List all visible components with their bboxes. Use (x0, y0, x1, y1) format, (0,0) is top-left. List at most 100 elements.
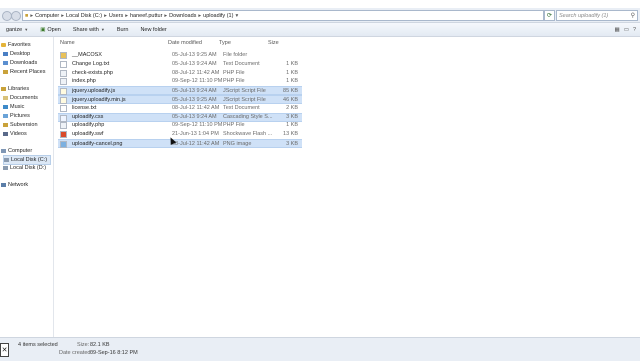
sidebar-item-local-disk-d[interactable]: Local Disk (D:) (3, 164, 46, 172)
sidebar-label: Local Disk (C:) (11, 157, 48, 163)
date-created-value: 09-Sep-16 8:12 PM (90, 350, 138, 356)
sidebar-label: Downloads (10, 60, 38, 66)
file-row[interactable]: uploadify-cancel.png 08-Jul-12 11:42 AM PN… (58, 139, 302, 148)
sidebar-item-desktop[interactable]: Desktop (3, 50, 30, 58)
address-bar[interactable]: ■ ▸ Computer ▸ Local Disk (C:) ▸ Users ▸… (22, 10, 544, 21)
computer-icon (1, 149, 6, 153)
file-type: Cascading Style S... (223, 114, 273, 121)
file-name: check-exists.php (72, 69, 113, 76)
file-row[interactable]: check-exists.php 08-Jul-12 11:42 AM PHP Fi… (58, 69, 302, 77)
file-size: 2 KB (286, 104, 298, 111)
crumb-local-disk[interactable]: Local Disk (C:) (64, 13, 104, 19)
sidebar-label: Computer (8, 148, 33, 154)
organize-button[interactable]: ganize ▼ (0, 27, 34, 33)
file-size: 1 KB (286, 60, 298, 67)
column-header-size[interactable]: Size (268, 40, 279, 46)
libraries-icon (1, 87, 6, 91)
date-created-label: Date created: (59, 350, 93, 356)
share-with-button[interactable]: Share with ▼ (67, 27, 111, 33)
file-row[interactable]: uploadify.css 05-Jul-13 9:24 AM Cascading … (58, 112, 302, 122)
column-header-name[interactable]: Name (60, 40, 75, 46)
file-row[interactable]: uploadify.swf 21-Jun-13 1:04 PM Shockwave … (58, 130, 302, 139)
file-type: PHP File (223, 78, 245, 85)
size-label: Size: (77, 342, 90, 348)
sidebar-label: Network (8, 182, 29, 188)
refresh-button[interactable]: ⟳ (544, 10, 555, 21)
sidebar-item-recent-places[interactable]: Recent Places (3, 68, 45, 76)
forward-button[interactable] (11, 11, 21, 21)
desktop-icon (3, 52, 8, 56)
file-row[interactable]: index.php 09-Sep-12 11:10 PM PHP File 1 KB (58, 77, 302, 86)
file-type: PHP File (223, 69, 245, 76)
sidebar-label: Desktop (10, 51, 31, 57)
file-name: uploadify.css (72, 114, 104, 121)
file-date: 08-Jul-12 11:42 AM (172, 104, 220, 111)
file-name: license.txt (72, 104, 97, 111)
help-icon[interactable]: ? (633, 27, 636, 33)
file-date: 21-Jun-13 1:04 PM (172, 131, 219, 138)
image-file-icon (60, 141, 67, 148)
share-label: Share with (72, 26, 99, 33)
sidebar-libraries[interactable]: Libraries (1, 85, 29, 93)
open-button[interactable]: ▣ Open (34, 27, 67, 33)
file-size: 46 KB (283, 96, 298, 103)
crumb-computer[interactable]: Computer (33, 13, 61, 19)
file-type: File folder (223, 52, 248, 58)
recent-places-icon (3, 70, 8, 74)
music-icon (3, 105, 8, 109)
file-size: 85 KB (283, 87, 298, 94)
sidebar-item-documents[interactable]: Documents (3, 94, 38, 102)
sidebar-label: Recent Places (10, 69, 46, 75)
file-name: uploadify.swf (72, 131, 104, 138)
organize-label: ganize (6, 26, 23, 33)
chevron-down-icon: ▼ (24, 27, 29, 32)
crumb-user[interactable]: haneef.puttur (128, 13, 164, 19)
sidebar-item-videos[interactable]: Videos (3, 130, 27, 138)
file-type: Text Document (223, 104, 260, 111)
downloads-icon (3, 61, 8, 65)
chevron-down-icon: ▼ (100, 27, 105, 32)
sidebar-favorites[interactable]: Favorites (1, 41, 31, 49)
file-name: __MACOSX (72, 52, 102, 58)
file-date: 05-Jul-13 9:25 AM (172, 96, 217, 103)
drive-icon (4, 158, 9, 162)
sidebar-item-pictures[interactable]: Pictures (3, 112, 30, 120)
folder-icon (60, 52, 67, 59)
file-date: 05-Jul-13 9:25 AM (172, 52, 217, 58)
file-list: Name Date modified Type Size __MACOSX 05-… (54, 37, 640, 337)
file-row[interactable]: uploadify.php 09-Sep-12 11:10 PM PHP File 1… (58, 121, 302, 130)
search-input[interactable]: Search uploadify (1) ⚲ (556, 10, 638, 21)
new-folder-button[interactable]: New folder (134, 27, 172, 33)
file-date: 08-Jul-12 11:42 AM (172, 69, 220, 76)
file-size: 1 KB (286, 69, 298, 76)
sidebar-computer[interactable]: Computer (1, 147, 32, 155)
burn-button[interactable]: Burn (111, 27, 135, 33)
column-header-date[interactable]: Date modified (168, 40, 202, 46)
file-type: JScript Script File (223, 96, 266, 103)
view-options-icon[interactable]: ▦ (615, 27, 620, 33)
videos-icon (3, 132, 8, 136)
column-header-type[interactable]: Type (219, 40, 231, 46)
sidebar-label: Pictures (10, 113, 30, 119)
file-row[interactable]: __MACOSX 05-Jul-13 9:25 AM File folder (58, 51, 302, 59)
file-size: 1 KB (286, 122, 298, 129)
file-row[interactable]: license.txt 08-Jul-12 11:42 AM Text Docume… (58, 104, 302, 112)
php-file-icon (60, 122, 67, 130)
preview-pane-icon[interactable]: ▭ (624, 27, 629, 33)
file-row[interactable]: Change Log.txt 05-Jul-13 9:24 AM Text Docu… (58, 60, 302, 68)
sidebar-label: Subversion (10, 122, 38, 128)
details-pane: ✕ 4 items selected Size: 82.1 KB Date cr… (0, 337, 640, 361)
file-row[interactable]: jquery.uploadify.min.js 05-Jul-13 9:25 AM… (58, 95, 302, 104)
sidebar-item-subversion[interactable]: Subversion (3, 121, 38, 129)
crumb-downloads[interactable]: Downloads (167, 13, 198, 19)
open-label: Open (47, 26, 61, 33)
sidebar-item-music[interactable]: Music (3, 103, 24, 111)
file-date: 09-Sep-12 11:10 PM (172, 78, 223, 85)
sidebar-network[interactable]: Network (1, 181, 28, 189)
crumb-uploadify[interactable]: uploadify (1) (201, 13, 235, 19)
sidebar-item-downloads[interactable]: Downloads (3, 59, 37, 67)
chevron-down-icon[interactable]: ▾ (235, 13, 238, 19)
sidebar-label: Libraries (8, 86, 30, 92)
file-row[interactable]: jquery.uploadify.js 05-Jul-13 9:24 AM JScr… (58, 86, 302, 96)
crumb-users[interactable]: Users (107, 13, 125, 19)
